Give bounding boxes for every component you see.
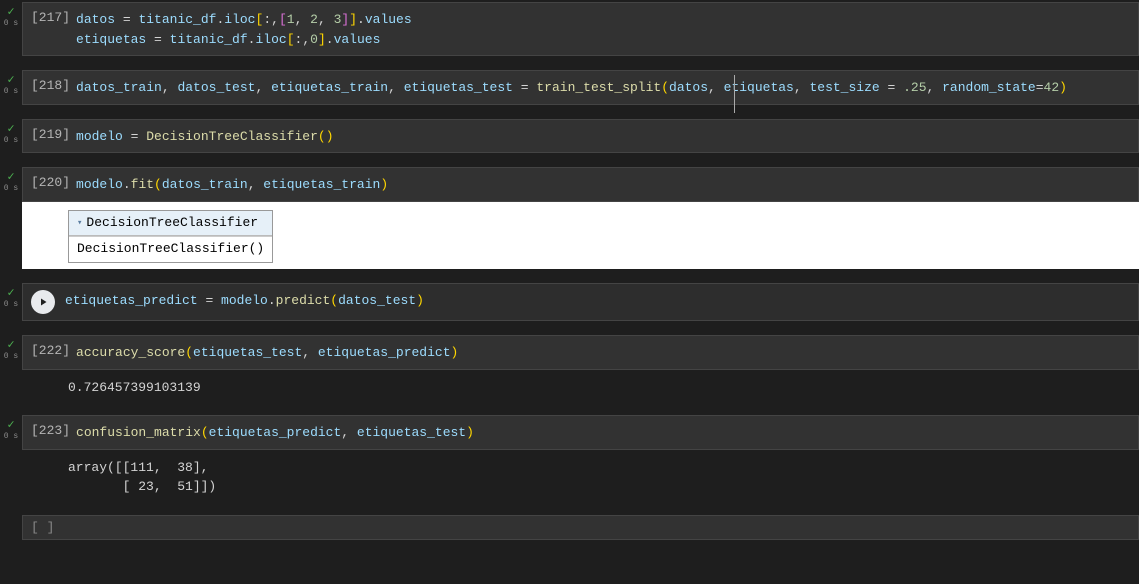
check-icon: ✓ — [7, 171, 14, 183]
run-cell-button[interactable] — [31, 290, 55, 314]
exec-count: [218] — [31, 77, 70, 93]
check-icon: ✓ — [7, 287, 14, 299]
cell-gutter: ✓0 s — [0, 283, 22, 309]
exec-count: [217] — [31, 9, 70, 25]
cell-body: [217] datos = titanic_df.iloc[:,[1, 2, 3]… — [22, 2, 1139, 56]
code-editor[interactable]: datos = titanic_df.iloc[:,[1, 2, 3]].val… — [76, 9, 412, 49]
cell-input[interactable]: [220] modelo.fit(datos_train, etiquetas_t… — [22, 167, 1139, 202]
cell-gutter: ✓0 s — [0, 70, 22, 96]
cell-body: [218] datos_train, datos_test, etiquetas_… — [22, 70, 1139, 105]
exec-time: 0 s — [4, 184, 18, 193]
cell-gutter: ✓0 s — [0, 415, 22, 441]
play-icon — [37, 296, 49, 308]
code-cell[interactable]: ✓0 s [220] modelo.fit(datos_train, etiquet… — [0, 167, 1139, 269]
code-cell[interactable]: ✓0 s etiquetas_predict = modelo.predict(d… — [0, 283, 1139, 321]
exec-time: 0 s — [4, 87, 18, 96]
collapse-triangle-icon[interactable]: ▾ — [77, 216, 82, 230]
exec-time: 0 s — [4, 300, 18, 309]
cell-output: array([[111, 38], [ 23, 51]]) — [22, 450, 1139, 501]
code-cell[interactable]: ✓0 s [217] datos = titanic_df.iloc[:,[1, 2… — [0, 2, 1139, 56]
notebook: ✓0 s[217]datos = titanic_df.iloc[:,[1, 2… — [0, 0, 1139, 540]
model-repr-title: DecisionTreeClassifier — [86, 213, 258, 234]
check-icon: ✓ — [7, 419, 14, 431]
code-editor[interactable]: confusion_matrix(etiquetas_predict, etiq… — [76, 422, 474, 443]
code-cell[interactable]: ✓0 s [222] accuracy_score(etiquetas_test, … — [0, 335, 1139, 401]
check-icon: ✓ — [7, 339, 14, 351]
exec-time: 0 s — [4, 432, 18, 441]
code-editor[interactable]: modelo.fit(datos_train, etiquetas_train) — [76, 174, 388, 195]
exec-time: 0 s — [4, 19, 18, 28]
exec-count: [220] — [31, 174, 70, 190]
cell-input[interactable]: [223] confusion_matrix(etiquetas_predict,… — [22, 415, 1139, 450]
model-repr-body: DecisionTreeClassifier() — [69, 236, 272, 262]
cell-input[interactable]: [222] accuracy_score(etiquetas_test, etiq… — [22, 335, 1139, 370]
cell-output: 0.726457399103139 — [22, 370, 1139, 402]
code-editor[interactable]: accuracy_score(etiquetas_test, etiquetas… — [76, 342, 458, 363]
exec-time: 0 s — [4, 136, 18, 145]
exec-count: [223] — [31, 422, 70, 438]
exec-count: [219] — [31, 126, 70, 142]
check-icon: ✓ — [7, 123, 14, 135]
model-repr-header[interactable]: ▾ DecisionTreeClassifier — [69, 211, 272, 237]
code-cell[interactable]: ✓0 s [218] datos_train, datos_test, etique… — [0, 70, 1139, 105]
cell-gutter: ✓0 s — [0, 335, 22, 361]
cell-input[interactable]: [217] datos = titanic_df.iloc[:,[1, 2, 3]… — [22, 2, 1139, 56]
cell-body: etiquetas_predict = modelo.predict(datos… — [22, 283, 1139, 321]
cell-body: [223] confusion_matrix(etiquetas_predict,… — [22, 415, 1139, 501]
code-editor[interactable]: datos_train, datos_test, etiquetas_train… — [76, 77, 1067, 98]
cell-gutter: ✓0 s — [0, 2, 22, 28]
cell-input[interactable]: [219] modelo = DecisionTreeClassifier() — [22, 119, 1139, 154]
code-cell[interactable]: ✓0 s [219] modelo = DecisionTreeClassifier… — [0, 119, 1139, 154]
cell-output: ▾ DecisionTreeClassifierDecisionTreeClass… — [22, 202, 1139, 270]
exec-time: 0 s — [4, 352, 18, 361]
model-repr[interactable]: ▾ DecisionTreeClassifierDecisionTreeClass… — [68, 210, 273, 264]
cell-input[interactable]: etiquetas_predict = modelo.predict(datos… — [22, 283, 1139, 321]
cell-body: [222] accuracy_score(etiquetas_test, etiq… — [22, 335, 1139, 401]
check-icon: ✓ — [7, 74, 14, 86]
cell-gutter: ✓0 s — [0, 119, 22, 145]
cell-body: [219] modelo = DecisionTreeClassifier() — [22, 119, 1139, 154]
code-editor[interactable]: etiquetas_predict = modelo.predict(datos… — [65, 290, 424, 311]
cell-input[interactable]: [218] datos_train, datos_test, etiquetas_… — [22, 70, 1139, 105]
exec-count: [222] — [31, 342, 70, 358]
empty-cell[interactable]: [ ] — [22, 515, 1139, 540]
check-icon: ✓ — [7, 6, 14, 18]
text-cursor — [734, 75, 735, 113]
code-cell[interactable]: ✓0 s [223] confusion_matrix(etiquetas_pred… — [0, 415, 1139, 501]
code-editor[interactable]: modelo = DecisionTreeClassifier() — [76, 126, 334, 147]
cell-body: [220] modelo.fit(datos_train, etiquetas_t… — [22, 167, 1139, 269]
cell-gutter: ✓0 s — [0, 167, 22, 193]
